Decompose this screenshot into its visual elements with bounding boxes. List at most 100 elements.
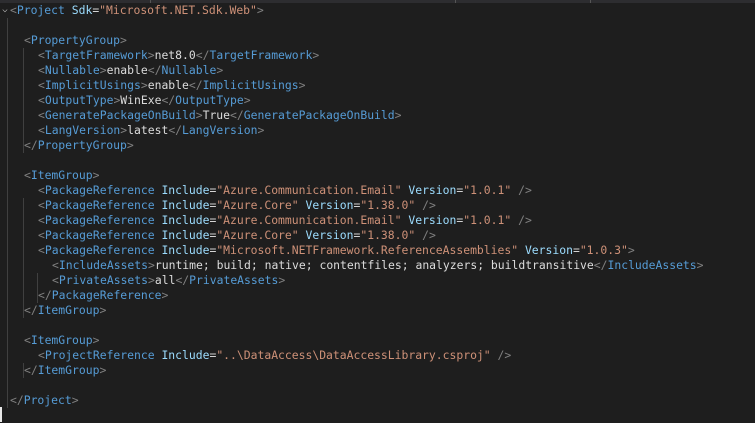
attribute-name-token: Sdk — [71, 3, 93, 17]
tag-name-token: PackageReference — [44, 243, 155, 257]
code-text: <PackageReference Include = "Microsoft.NET… — [38, 243, 635, 258]
code-text: <ItemGroup> — [24, 333, 99, 348]
bracket-token: > — [696, 258, 704, 272]
bracket-token: </ — [175, 273, 190, 287]
bracket-token: > — [99, 303, 107, 317]
bracket-token: > — [148, 273, 155, 287]
bracket-token: < — [24, 333, 31, 347]
attribute-name-token: Include — [161, 348, 210, 362]
attribute-name-token: Version — [408, 213, 457, 227]
bracket-token: /> — [518, 213, 532, 227]
bracket-token: < — [52, 258, 59, 272]
tag-name-token: Project — [23, 393, 72, 407]
bracket-token: > — [161, 288, 169, 302]
chevron-down-icon[interactable]: ⌵ — [1, 3, 9, 18]
tag-name-token: ItemGroup — [37, 303, 100, 317]
bracket-token: < — [38, 213, 45, 227]
tag-name-token: PackageReference — [51, 288, 162, 302]
bracket-token: > — [126, 138, 134, 152]
text-token: all — [154, 273, 176, 287]
tag-name-token: ProjectReference — [44, 348, 155, 362]
bracket-token: </ — [161, 93, 176, 107]
bracket-token: < — [38, 123, 45, 137]
bracket-token: > — [312, 48, 320, 62]
code-text: <ImplicitUsings>enable</ImplicitUsings> — [38, 78, 305, 93]
tag-name-token: TargetFramework — [209, 48, 313, 62]
code-text: <LangVersion>latest</LangVersion> — [38, 123, 264, 138]
code-text: <ProjectReference Include="..\DataAccess… — [38, 348, 511, 363]
code-text: <ItemGroup> — [24, 168, 99, 183]
bracket-token: > — [394, 108, 402, 122]
bracket-token: </ — [24, 303, 38, 317]
bracket-token: </ — [38, 288, 52, 302]
bracket-token: > — [243, 93, 251, 107]
tag-name-token: PrivateAssets — [58, 273, 149, 287]
tag-name-token: ItemGroup — [37, 363, 100, 377]
text-token: enable — [106, 63, 148, 77]
bracket-token: > — [120, 33, 127, 47]
tag-name-token: PackageReference — [44, 183, 155, 197]
code-text: <TargetFramework>net8.0</TargetFramework… — [38, 48, 319, 63]
bracket-token: < — [24, 168, 31, 182]
attribute-value-token: "1.38.0" — [360, 228, 416, 242]
text-token: True — [202, 108, 231, 122]
tag-name-token: Nullable — [44, 63, 100, 77]
bracket-token: </ — [230, 108, 244, 122]
bracket-token: > — [140, 78, 148, 92]
bracket-token: > — [627, 243, 635, 257]
bracket-token: > — [92, 168, 100, 182]
attribute-value-token: "Azure.Core" — [216, 198, 299, 212]
tag-name-token: PropertyGroup — [37, 138, 127, 152]
code-text: <PropertyGroup> — [24, 33, 127, 48]
bracket-token: /> — [422, 198, 436, 212]
attribute-value-token: "1.0.1" — [463, 183, 512, 197]
bracket-token: > — [195, 108, 203, 122]
bracket-token: > — [257, 123, 265, 137]
text-token: net8.0 — [154, 48, 196, 62]
attribute-name-token: Version — [305, 228, 354, 242]
tag-name-token: GeneratePackageOnBuild — [44, 108, 196, 122]
bracket-token: < — [38, 63, 45, 77]
text-token: enable — [147, 78, 189, 92]
attribute-value-token: "Azure.Core" — [216, 228, 299, 242]
attribute-name-token: Version — [305, 198, 354, 212]
indent-guide — [7, 18, 8, 408]
tag-name-token: OutputType — [44, 93, 114, 107]
attribute-name-token: Include — [161, 228, 210, 242]
bracket-token: < — [52, 273, 59, 287]
bracket-token: </ — [10, 393, 24, 407]
bracket-token: > — [298, 78, 306, 92]
attribute-value-token: "Microsoft.NETFramework.ReferenceAssembl… — [216, 243, 519, 257]
bracket-token: </ — [593, 258, 608, 272]
tag-name-token: TargetFramework — [44, 48, 148, 62]
attribute-name-token: Include — [161, 198, 210, 212]
tag-name-token: IncludeAssets — [607, 258, 697, 272]
attribute-value-token: "..\DataAccess\DataAccessLibrary.csproj" — [216, 348, 491, 362]
code-text: <IncludeAssets>runtime; build; native; c… — [52, 258, 704, 273]
tag-name-token: IncludeAssets — [58, 258, 149, 272]
tag-name-token: ImplicitUsings — [202, 78, 299, 92]
tag-name-token: ItemGroup — [30, 168, 93, 182]
tag-name-token: Project — [16, 3, 65, 17]
attribute-name-token: Include — [161, 243, 210, 257]
bracket-token: /> — [497, 348, 512, 362]
code-text: <OutputType>WinExe</OutputType> — [38, 93, 251, 108]
bracket-token: < — [24, 33, 31, 47]
attribute-name-token: Include — [161, 213, 210, 227]
bracket-token: > — [92, 333, 100, 347]
bracket-token: < — [38, 108, 45, 122]
tag-name-token: ImplicitUsings — [44, 78, 141, 92]
text-cursor — [0, 407, 2, 422]
code-text: </PropertyGroup> — [24, 138, 134, 153]
bracket-token: > — [216, 63, 224, 77]
bracket-token: </ — [168, 123, 183, 137]
bracket-token: </ — [24, 138, 38, 152]
bracket-token: < — [38, 243, 45, 257]
code-editor[interactable]: ⌵ <Project Sdk="Microsoft.NET.Sdk.Web"> <… — [0, 3, 755, 423]
attribute-value-token: "1.0.3" — [579, 243, 628, 257]
bracket-token: > — [256, 3, 264, 17]
code-text: <Project Sdk="Microsoft.NET.Sdk.Web"> — [10, 3, 264, 18]
code-text: <PrivateAssets>all</PrivateAssets> — [52, 273, 285, 288]
